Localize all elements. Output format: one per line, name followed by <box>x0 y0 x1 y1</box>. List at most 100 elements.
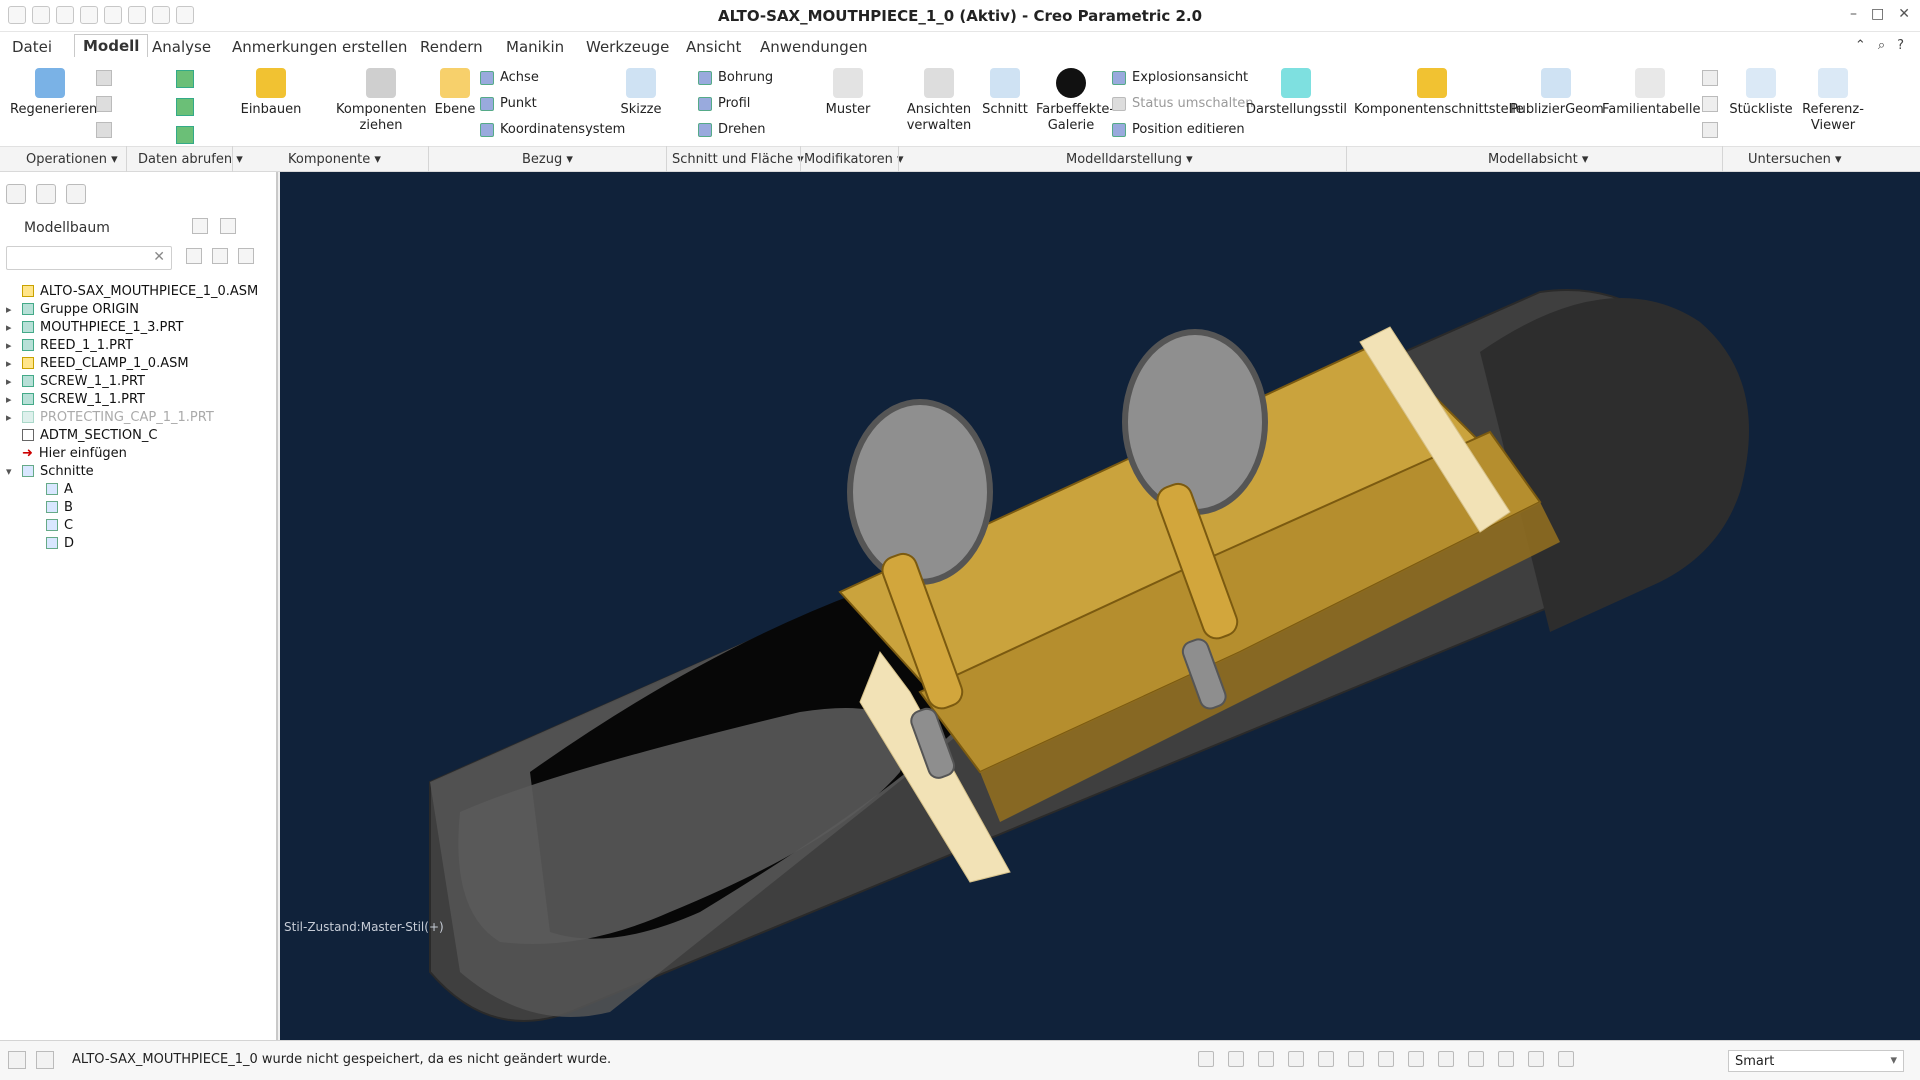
data-icon-3[interactable] <box>176 126 194 144</box>
tree-item[interactable]: A <box>6 480 272 498</box>
komponentenschnittstelle-button[interactable]: Komponentenschnittstelle <box>1354 68 1524 118</box>
tab-rendern[interactable]: Rendern <box>420 38 483 56</box>
tree-item[interactable]: ➜ Hier einfügen <box>6 444 272 462</box>
tree-item[interactable]: ▸ REED_1_1.PRT <box>6 336 272 354</box>
status-umschalten-button[interactable]: Status umschalten <box>1112 96 1254 111</box>
publiziergeom-button[interactable]: PublizierGeom <box>1510 68 1604 118</box>
relations-icon[interactable] <box>1702 70 1718 86</box>
bohrung-button[interactable]: Bohrung <box>698 70 773 85</box>
tree-item[interactable]: ADTM_SECTION_C <box>6 426 272 444</box>
darstellungsstil-button[interactable]: Darstellungsstil <box>1246 68 1347 118</box>
drehen-button[interactable]: Drehen <box>698 122 766 137</box>
filter-icon[interactable] <box>212 248 228 264</box>
group-modelldarstellung[interactable]: Modelldarstellung ▾ <box>1066 152 1193 167</box>
punkt-button[interactable]: Punkt <box>480 96 537 111</box>
tree-item[interactable]: B <box>6 498 272 516</box>
maximize-icon[interactable]: □ <box>1871 6 1884 22</box>
tree-settings-icon[interactable] <box>192 218 208 234</box>
saved-orientations-icon[interactable] <box>1348 1051 1364 1067</box>
selection-filter[interactable]: Smart ▾ <box>1728 1050 1904 1072</box>
clear-search-icon[interactable]: ✕ <box>153 249 165 265</box>
stueckliste-button[interactable]: Stückliste <box>1726 68 1796 118</box>
d-equals-icon[interactable] <box>1702 122 1718 138</box>
tree-item[interactable]: ▸ PROTECTING_CAP_1_1.PRT <box>6 408 272 426</box>
tab-anmerkungen[interactable]: Anmerkungen erstellen <box>232 38 407 56</box>
ansichten-verwalten-button[interactable]: Ansichten verwalten <box>904 68 974 134</box>
favorites-tab-icon[interactable] <box>66 184 86 204</box>
profil-button[interactable]: Profil <box>698 96 750 111</box>
tree-item[interactable]: ▸ REED_CLAMP_1_0.ASM <box>6 354 272 372</box>
tab-datei[interactable]: Datei <box>12 38 52 56</box>
model-tree-search[interactable]: ✕ <box>6 246 172 270</box>
explosionsansicht-button[interactable]: Explosionsansicht <box>1112 70 1248 85</box>
achse-button[interactable]: Achse <box>480 70 539 85</box>
minimize-icon[interactable]: – <box>1850 6 1857 22</box>
referenz-viewer-button[interactable]: Referenz-Viewer <box>1796 68 1870 134</box>
select-window-icon[interactable] <box>1558 1051 1574 1067</box>
tree-item[interactable]: C <box>6 516 272 534</box>
view-manager-icon[interactable] <box>1378 1051 1394 1067</box>
browser-toggle-icon[interactable] <box>36 1051 54 1069</box>
tree-item[interactable]: ▸ SCREW_1_1.PRT <box>6 390 272 408</box>
graphics-viewport[interactable] <box>280 172 1920 1040</box>
tab-ansicht[interactable]: Ansicht <box>686 38 741 56</box>
datum-display-icon[interactable] <box>1408 1051 1424 1067</box>
navigator-toggle-icon[interactable] <box>8 1051 26 1069</box>
refit-icon[interactable] <box>1198 1051 1214 1067</box>
tree-item[interactable]: ▾ Schnitte <box>6 462 272 480</box>
graphics-toolbar <box>1198 1051 1574 1067</box>
help-icon[interactable]: ? <box>1897 38 1904 53</box>
ebene-button[interactable]: Ebene <box>432 68 478 118</box>
paste-icon[interactable] <box>96 96 112 112</box>
schnitt-button[interactable]: Schnitt <box>978 68 1032 118</box>
tree-item[interactable]: ▸ MOUTHPIECE_1_3.PRT <box>6 318 272 336</box>
group-bezug[interactable]: Bezug ▾ <box>522 152 573 167</box>
model-tree-tab-icon[interactable] <box>6 184 26 204</box>
spin-center-icon[interactable] <box>1468 1051 1484 1067</box>
layer-tree-tab-icon[interactable] <box>36 184 56 204</box>
zoom-in-icon[interactable] <box>1228 1051 1244 1067</box>
group-operationen[interactable]: Operationen ▾ <box>26 152 118 167</box>
muster-button[interactable]: Muster <box>816 68 880 118</box>
tree-item[interactable]: ALTO-SAX_MOUTHPIECE_1_0.ASM <box>6 282 272 300</box>
komponenten-ziehen-button[interactable]: Komponenten ziehen <box>336 68 427 134</box>
zoom-out-icon[interactable] <box>1258 1051 1274 1067</box>
tab-anwendungen[interactable]: Anwendungen <box>760 38 868 56</box>
group-schnitt-und-flaeche[interactable]: Schnitt und Fläche ▾ <box>672 152 804 167</box>
display-style-icon[interactable] <box>1318 1051 1334 1067</box>
find-icon[interactable] <box>186 248 202 264</box>
close-icon[interactable]: ✕ <box>1898 6 1910 22</box>
tab-manikin[interactable]: Manikin <box>506 38 564 56</box>
group-komponente[interactable]: Komponente ▾ <box>288 152 381 167</box>
tab-werkzeuge[interactable]: Werkzeuge <box>586 38 669 56</box>
group-untersuchen[interactable]: Untersuchen ▾ <box>1748 152 1842 167</box>
tree-item[interactable]: ▸ SCREW_1_1.PRT <box>6 372 272 390</box>
search-icon[interactable]: ⌕ <box>1878 38 1885 53</box>
tab-analyse[interactable]: Analyse <box>152 38 211 56</box>
position-editieren-button[interactable]: Position editieren <box>1112 122 1245 137</box>
repaint-icon[interactable] <box>1288 1051 1304 1067</box>
koordinatensystem-button[interactable]: Koordinatensystem <box>480 122 625 137</box>
tree-item[interactable]: ▸ Gruppe ORIGIN <box>6 300 272 318</box>
tree-item[interactable]: D <box>6 534 272 552</box>
familientabelle-button[interactable]: Familientabelle <box>1602 68 1701 118</box>
farbeffekte-galerie-button[interactable]: Farbeffekte-Galerie <box>1036 68 1114 134</box>
model-tree: ALTO-SAX_MOUTHPIECE_1_0.ASM ▸ Gruppe ORIG… <box>6 282 272 552</box>
einbauen-button[interactable]: Einbauen <box>236 68 306 118</box>
find-toolbar-icon[interactable] <box>1528 1051 1544 1067</box>
tab-modell[interactable]: Modell <box>74 34 149 57</box>
chevron-up-icon[interactable]: ⌃ <box>1855 38 1866 53</box>
group-modifikatoren[interactable]: Modifikatoren ▾ <box>804 152 904 167</box>
data-icon-1[interactable] <box>176 70 194 88</box>
data-icon-2[interactable] <box>176 98 194 116</box>
delete-icon[interactable] <box>96 122 112 138</box>
parameters-icon[interactable] <box>1702 96 1718 112</box>
group-modellabsicht[interactable]: Modellabsicht ▾ <box>1488 152 1588 167</box>
group-daten-abrufen[interactable]: Daten abrufen ▾ <box>138 152 243 167</box>
tree-columns-icon[interactable] <box>220 218 236 234</box>
copy-icon[interactable] <box>96 70 112 86</box>
annotation-display-icon[interactable] <box>1438 1051 1454 1067</box>
add-icon[interactable] <box>238 248 254 264</box>
skizze-button[interactable]: Skizze <box>616 68 666 118</box>
regenerieren-button[interactable]: Regenerieren <box>10 68 97 118</box>
